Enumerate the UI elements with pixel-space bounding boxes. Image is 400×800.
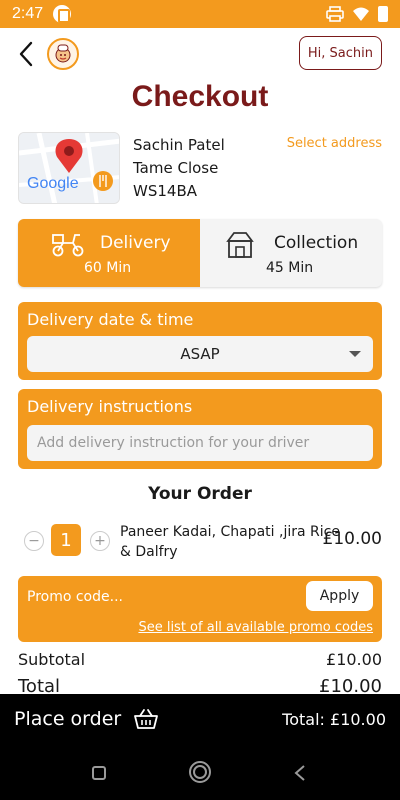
delivery-instructions-input[interactable]: [27, 425, 373, 461]
order-item-price: £10.00: [322, 529, 382, 549]
decrease-quantity-button[interactable]: −: [24, 531, 44, 551]
footer-total: Total: £10.00: [282, 709, 386, 729]
address-postcode: WS14BA: [133, 182, 197, 200]
back-arrow-icon: [19, 41, 33, 67]
apply-promo-button[interactable]: Apply: [306, 581, 373, 611]
map-image-icon: [19, 133, 119, 203]
place-order-label: Place order: [14, 708, 122, 730]
collection-option[interactable]: Collection 45 Min: [200, 219, 382, 287]
back-nav-icon[interactable]: [294, 765, 306, 781]
wifi-icon: [353, 7, 369, 21]
app-notification-icon: [53, 5, 72, 23]
order-item: − 1 + Paneer Kadai, Chapati ,jira Rice &…: [18, 522, 382, 562]
status-time: 2:47: [12, 5, 44, 22]
delivery-time-title: Delivery date & time: [27, 310, 194, 329]
order-item-name: Paneer Kadai, Chapati ,jira Rice & Dalfr…: [120, 524, 340, 560]
fulfilment-toggle: Delivery 60 Min Collection 45 Min: [18, 219, 382, 287]
promo-code-box: Apply See list of all available promo co…: [18, 576, 382, 642]
chef-logo-icon: [55, 44, 71, 63]
place-order-bar[interactable]: Place order Total: £10.00: [0, 694, 400, 744]
delivery-address-card: Google Sachin Patel Tame Close WS14BA Se…: [18, 132, 382, 206]
restaurant-logo: [47, 38, 79, 70]
system-navigation-bar: [0, 744, 400, 800]
status-bar: 2:47: [0, 0, 400, 28]
map-google-label: Google: [27, 175, 79, 192]
collection-time: 45 Min: [266, 260, 314, 276]
delivery-option[interactable]: Delivery 60 Min: [18, 219, 200, 287]
your-order-heading: Your Order: [148, 484, 252, 504]
promo-codes-link[interactable]: See list of all available promo codes: [138, 620, 373, 635]
chevron-down-icon: [349, 351, 361, 357]
delivery-time-value: ASAP: [180, 345, 220, 363]
recents-icon[interactable]: [92, 766, 106, 780]
header: Hi, Sachin: [0, 34, 400, 74]
page-title: Checkout: [131, 80, 269, 113]
basket-icon: [134, 709, 159, 729]
collection-label: Collection: [274, 233, 359, 253]
user-greeting-button[interactable]: Hi, Sachin: [298, 36, 382, 70]
store-icon: [226, 232, 254, 258]
home-icon[interactable]: [188, 760, 212, 784]
scooter-icon: [52, 234, 84, 257]
print-icon: [326, 6, 344, 22]
subtotal-label: Subtotal: [18, 650, 86, 669]
address-name: Sachin Patel: [133, 136, 225, 154]
delivery-instructions-title: Delivery instructions: [27, 397, 193, 416]
quantity-value: 1: [51, 524, 81, 556]
delivery-label: Delivery: [100, 233, 171, 253]
battery-icon: [378, 6, 388, 22]
select-address-link[interactable]: Select address: [287, 136, 382, 151]
delivery-time: 60 Min: [84, 260, 132, 276]
address-lines: Sachin Patel Tame Close WS14BA: [133, 134, 225, 203]
map-thumbnail[interactable]: Google: [18, 132, 120, 204]
subtotal-row: Subtotal £10.00: [18, 650, 382, 669]
delivery-time-select[interactable]: ASAP: [27, 336, 373, 372]
delivery-instructions-box: Delivery instructions: [18, 389, 382, 469]
promo-code-input[interactable]: [27, 586, 297, 608]
delivery-time-box: Delivery date & time ASAP: [18, 302, 382, 380]
status-icons: [326, 6, 388, 22]
subtotal-value: £10.00: [326, 650, 382, 669]
back-button[interactable]: [12, 38, 40, 70]
address-street: Tame Close: [133, 159, 219, 177]
increase-quantity-button[interactable]: +: [90, 531, 110, 551]
